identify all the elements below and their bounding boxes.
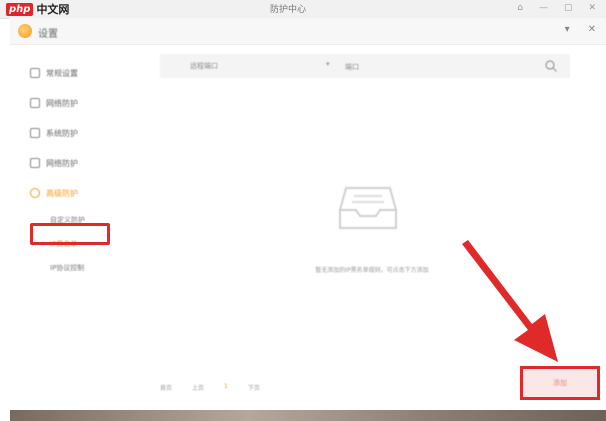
app-title: 防护中心 bbox=[270, 5, 307, 15]
sidebar-item-label: 高级防护 bbox=[46, 188, 78, 198]
sidebar-item-network[interactable]: 网络防护 bbox=[30, 88, 140, 118]
port-type-select[interactable]: 远程端口 bbox=[190, 61, 218, 71]
home-icon[interactable]: ⌂ bbox=[517, 3, 523, 13]
watermark-text: 中文网 bbox=[36, 3, 70, 16]
minimize-icon[interactable]: — bbox=[539, 3, 548, 13]
globe-icon bbox=[30, 98, 40, 108]
dialog-close-icon[interactable]: ✕ bbox=[588, 24, 596, 35]
filter-bar: 远程端口 ▾ bbox=[160, 54, 570, 80]
watermark-php-logo: php bbox=[6, 2, 34, 16]
sidebar-item-label: 网络防护 bbox=[46, 158, 78, 168]
pager-first[interactable]: 首页 bbox=[160, 383, 172, 392]
sidebar-item-label: 系统防护 bbox=[46, 128, 78, 138]
search-input[interactable] bbox=[345, 54, 547, 80]
highlight-box-ip-blacklist bbox=[30, 223, 110, 245]
add-rule-button-label: 添加 bbox=[553, 379, 567, 387]
sidebar-item-label: 常规设置 bbox=[46, 68, 78, 78]
settings-dialog-header: 设置 ▾ ✕ bbox=[10, 18, 606, 45]
background-photo-strip bbox=[10, 410, 606, 421]
close-icon[interactable]: ✕ bbox=[588, 3, 596, 13]
dropdown-icon[interactable]: ▾ bbox=[565, 24, 570, 35]
search-icon[interactable] bbox=[544, 59, 558, 73]
sidebar-subitem-ip-protocol[interactable]: IP协议控制 bbox=[30, 256, 140, 280]
app-logo-icon bbox=[18, 24, 32, 38]
pager-current[interactable]: 1 bbox=[224, 383, 228, 392]
sidebar-item-system[interactable]: 系统防护 bbox=[30, 118, 140, 148]
dialog-title: 设置 bbox=[38, 29, 58, 40]
settings-sidebar: 常规设置 网络防护 系统防护 网络防护 高级防护 自定义防护 IP黑名单 IP协… bbox=[30, 58, 140, 280]
sidebar-item-network-2[interactable]: 网络防护 bbox=[30, 148, 140, 178]
sidebar-item-advanced[interactable]: 高级防护 bbox=[30, 178, 140, 208]
app-top-bar: php 中文网 防护中心 ⌂ — ▢ ✕ bbox=[0, 0, 606, 19]
empty-inbox-icon bbox=[339, 187, 397, 229]
sidebar-item-label: 网络防护 bbox=[46, 98, 78, 108]
sidebar-item-general[interactable]: 常规设置 bbox=[30, 58, 140, 88]
pager-prev[interactable]: 上页 bbox=[192, 383, 204, 392]
pager-next[interactable]: 下页 bbox=[248, 383, 260, 392]
monitor-icon bbox=[30, 128, 40, 138]
site-watermark: php 中文网 bbox=[6, 1, 69, 17]
empty-state-message: 暂无添加的IP黑名单规则，可点击下方添加 bbox=[315, 267, 429, 274]
advanced-shield-icon bbox=[30, 188, 40, 198]
shield-icon bbox=[30, 158, 40, 168]
chevron-down-icon[interactable]: ▾ bbox=[326, 60, 330, 68]
add-rule-button[interactable]: 添加 bbox=[520, 366, 600, 400]
maximize-icon[interactable]: ▢ bbox=[564, 3, 573, 13]
pagination: 首页 上页 1 下页 bbox=[160, 383, 260, 392]
settings-icon bbox=[30, 68, 40, 78]
